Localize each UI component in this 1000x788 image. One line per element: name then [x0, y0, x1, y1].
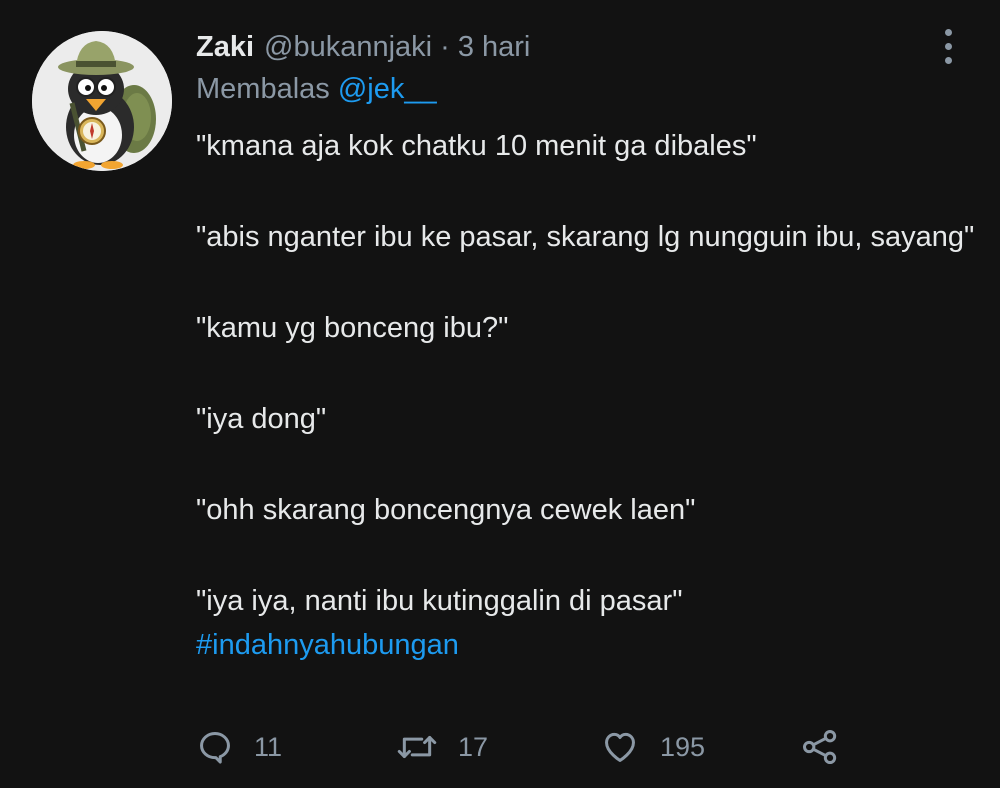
hashtag-link[interactable]: #indahnyahubungan [196, 623, 976, 667]
reply-count: 11 [254, 731, 283, 762]
tweet-paragraph: "kamu yg bonceng ibu?" [196, 312, 509, 344]
more-vertical-icon-dot [944, 42, 952, 50]
user-handle[interactable]: @bukannjaki [264, 31, 432, 64]
separator: · [440, 30, 450, 63]
display-name[interactable]: Zaki [196, 31, 254, 64]
tweet-paragraph-text: "iya iya, nanti ibu kutinggalin di pasar… [196, 585, 683, 617]
tweet-actions: 11 17 195 [196, 722, 916, 772]
like-button[interactable]: 195 [600, 722, 705, 772]
replying-prefix: Membalas [196, 73, 330, 105]
heart-icon [605, 732, 635, 762]
timestamp[interactable]: 3 hari [458, 31, 531, 64]
penguin-explorer-avatar-icon [32, 31, 172, 171]
tweet-header: Zaki @bukannjaki · 3 hari [196, 27, 530, 67]
reply-button[interactable]: 11 [196, 722, 282, 772]
more-options-button[interactable] [930, 26, 966, 66]
tweet-paragraph: "abis nganter ibu ke pasar, skarang lg n… [196, 221, 975, 253]
retweet-button[interactable]: 17 [396, 722, 488, 772]
tweet: Zaki @bukannjaki · 3 hari Membalas @jek_… [0, 0, 1000, 788]
tweet-paragraph: "iya iya, nanti ibu kutinggalin di pasar… [196, 579, 976, 667]
retweet-count: 17 [458, 731, 489, 762]
avatar[interactable] [32, 31, 172, 171]
replying-to-mention[interactable]: @jek__ [338, 73, 437, 105]
like-count: 195 [660, 731, 706, 762]
tweet-text: "kmana aja kok chatku 10 menit ga dibale… [196, 124, 976, 667]
reply-icon [200, 732, 230, 764]
tweet-paragraph: "iya dong" [196, 403, 327, 435]
more-vertical-icon [944, 28, 952, 36]
tweet-paragraph: "ohh skarang boncengnya cewek laen" [196, 494, 696, 526]
share-icon [803, 730, 837, 764]
more-vertical-icon-dot [944, 56, 952, 64]
retweet-icon [397, 735, 437, 759]
tweet-paragraph: "kmana aja kok chatku 10 menit ga dibale… [196, 130, 757, 162]
replying-to: Membalas @jek__ [196, 73, 437, 106]
share-button[interactable] [800, 722, 840, 772]
